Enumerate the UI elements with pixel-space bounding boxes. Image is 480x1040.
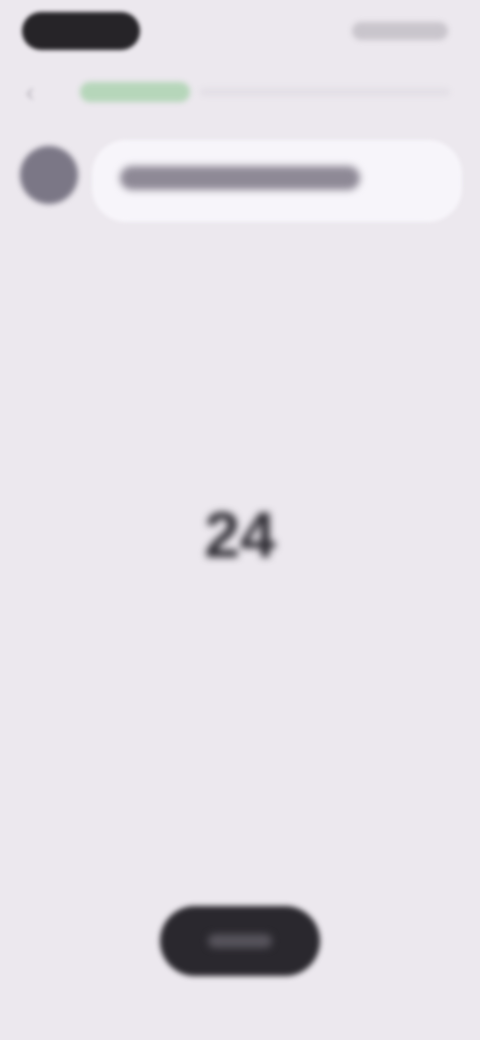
question-text <box>120 166 360 190</box>
progress-bar <box>200 88 450 96</box>
continue-button-label <box>208 934 272 948</box>
status-bar <box>0 0 480 64</box>
status-time <box>22 12 140 50</box>
avatar <box>20 146 78 204</box>
picker-option-selected[interactable]: 24 <box>140 498 340 572</box>
number-picker[interactable]: 24 <box>140 330 340 730</box>
question-row <box>0 130 480 240</box>
step-label <box>80 82 190 102</box>
header: ‹ <box>0 66 480 118</box>
status-icons <box>352 22 448 40</box>
chevron-left-icon[interactable]: ‹ <box>16 78 44 106</box>
